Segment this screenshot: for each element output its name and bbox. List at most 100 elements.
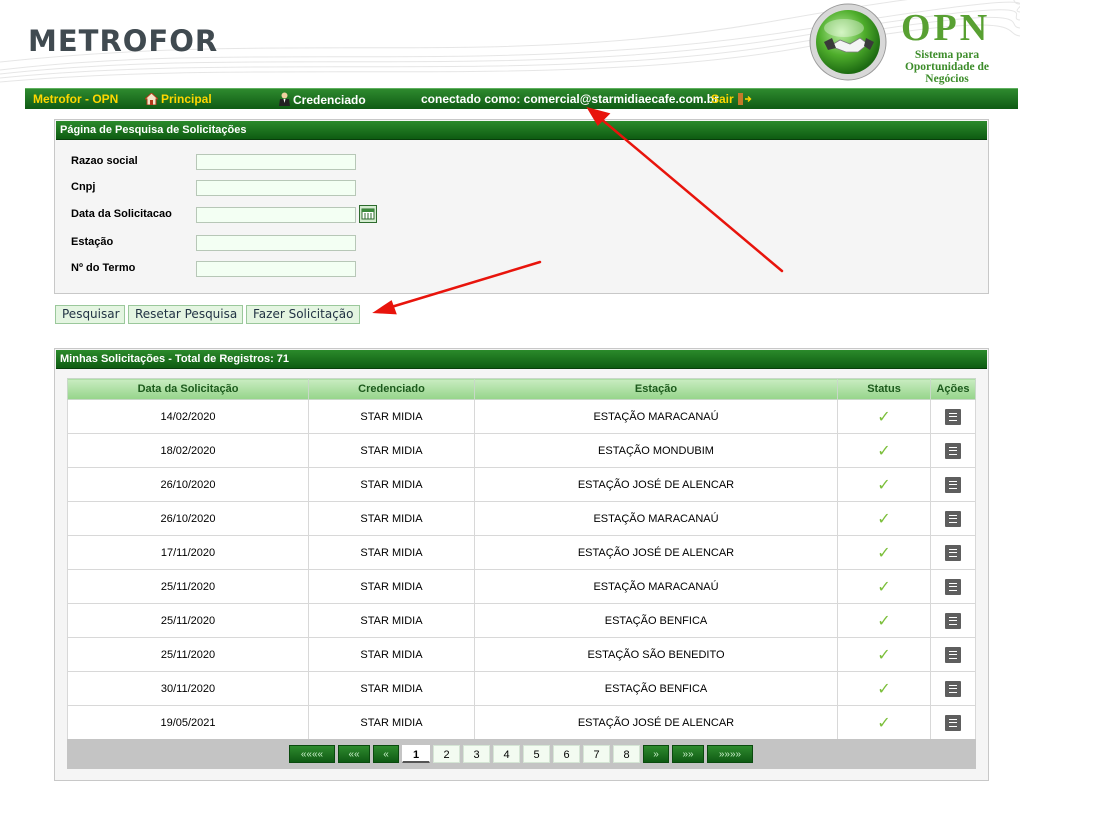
menu-lines-icon [949,688,957,689]
cnpj-input[interactable] [196,180,356,196]
nav-logout-link[interactable]: Sair [711,92,755,106]
cell-accredited: STAR MIDIA [308,433,475,468]
user-icon [279,92,290,106]
view-details-button[interactable] [945,544,961,561]
cell-accredited: STAR MIDIA [308,705,475,740]
cell-accredited: STAR MIDIA [308,535,475,570]
cell-station: ESTAÇÃO JOSÉ DE ALENCAR [474,705,838,740]
pager-page-7[interactable]: 7 [583,745,610,763]
cell-request-date: 14/02/2020 [67,399,309,434]
pager-prev-button[interactable]: « [373,745,399,763]
cell-request-date: 25/11/2020 [67,603,309,638]
menu-lines-icon [949,623,957,625]
cell-request-date: 26/10/2020 [67,501,309,536]
reset-search-button[interactable]: Resetar Pesquisa [128,305,243,324]
cell-station: ESTAÇÃO MARACANAÚ [474,399,838,434]
pager-first-button[interactable]: «««« [289,745,335,763]
pager-page-4[interactable]: 4 [493,745,520,763]
view-details-button[interactable] [945,408,961,425]
view-details-button[interactable] [945,646,961,663]
col-header-request-date[interactable]: Data da Solicitação [67,378,309,400]
pager-last-button[interactable]: »»»» [707,745,753,763]
col-header-status[interactable]: Status [837,378,931,400]
pager-page-1[interactable]: 1 [402,745,430,763]
cell-request-date: 30/11/2020 [67,671,309,706]
status-approved-check-icon: ✓ [877,578,891,596]
menu-lines-icon [949,722,957,723]
cell-status: ✓ [837,399,931,434]
menu-lines-icon [949,691,957,693]
company-name-label: Razao social [71,155,138,167]
pager-page-3[interactable]: 3 [463,745,490,763]
cell-station: ESTAÇÃO SÃO BENEDITO [474,637,838,672]
view-details-button[interactable] [945,714,961,731]
cell-actions [930,433,976,468]
menu-lines-icon [949,521,957,523]
cell-actions [930,501,976,536]
nav-home-link[interactable]: Principal [145,92,212,106]
nav-home-label: Principal [161,92,212,106]
cell-actions [930,671,976,706]
menu-lines-icon [949,548,957,550]
menu-lines-icon [949,412,957,414]
table-row: 26/10/2020 STAR MIDIA ESTAÇÃO JOSÉ DE ALEN… [67,467,976,502]
pager-page-6[interactable]: 6 [553,745,580,763]
view-details-button[interactable] [945,442,961,459]
view-details-button[interactable] [945,476,961,493]
pager-page-8[interactable]: 8 [613,745,640,763]
menu-lines-icon [949,654,957,655]
nav-brand: Metrofor - OPN [33,92,119,106]
status-approved-check-icon: ✓ [877,510,891,528]
cell-status: ✓ [837,501,931,536]
col-header-accredited[interactable]: Credenciado [308,378,475,400]
cell-accredited: STAR MIDIA [308,603,475,638]
connected-user-text: conectado como: comercial@starmidiaecafe… [421,92,719,106]
col-header-actions: Ações [930,378,976,400]
status-approved-check-icon: ✓ [877,408,891,426]
status-approved-check-icon: ✓ [877,544,891,562]
view-details-button[interactable] [945,612,961,629]
make-request-button[interactable]: Fazer Solicitação [246,305,360,324]
term-number-input[interactable] [196,261,356,277]
nav-logout-label: Sair [711,92,734,106]
table-row: 25/11/2020 STAR MIDIA ESTAÇÃO SÃO BENEDITO… [67,637,976,672]
cell-request-date: 17/11/2020 [67,535,309,570]
company-name-input[interactable] [196,154,356,170]
menu-lines-icon [949,586,957,587]
pager-next-fast-button[interactable]: »» [672,745,704,763]
pager-page-5[interactable]: 5 [523,745,550,763]
view-details-button[interactable] [945,510,961,527]
view-details-button[interactable] [945,680,961,697]
request-date-input[interactable] [196,207,356,223]
station-input[interactable] [196,235,356,251]
menu-lines-icon [949,419,957,421]
cell-request-date: 25/11/2020 [67,637,309,672]
opn-logo: OPN Sistema para Oportunidade de Negócio… [808,2,1018,85]
cell-status: ✓ [837,705,931,740]
search-button[interactable]: Pesquisar [55,305,125,324]
menu-lines-icon [949,589,957,591]
cell-actions [930,467,976,502]
calendar-button[interactable] [359,205,377,223]
cell-accredited: STAR MIDIA [308,399,475,434]
table-row: 26/10/2020 STAR MIDIA ESTAÇÃO MARACANAÚ ✓ [67,501,976,536]
nav-accredited-link[interactable]: Credenciado [279,92,366,107]
cell-actions [930,399,976,434]
cell-accredited: STAR MIDIA [308,501,475,536]
pager-prev-fast-button[interactable]: «« [338,745,370,763]
table-row: 14/02/2020 STAR MIDIA ESTAÇÃO MARACANAÚ ✓ [67,399,976,434]
col-header-station[interactable]: Estação [474,378,838,400]
pager-next-button[interactable]: » [643,745,669,763]
menu-lines-icon [949,480,957,482]
table-row: 25/11/2020 STAR MIDIA ESTAÇÃO BENFICA ✓ [67,603,976,638]
nav-accredited-label: Credenciado [293,93,366,107]
pager-page-2[interactable]: 2 [433,745,460,763]
table-row: 25/11/2020 STAR MIDIA ESTAÇÃO MARACANAÚ ✓ [67,569,976,604]
view-details-button[interactable] [945,578,961,595]
table-row: 30/11/2020 STAR MIDIA ESTAÇÃO BENFICA ✓ [67,671,976,706]
pagination-bar: «««« «« « 1 2 3 4 5 6 7 8 » »» »»»» [67,739,976,769]
menu-lines-icon [949,446,957,448]
table-row: 17/11/2020 STAR MIDIA ESTAÇÃO JOSÉ DE ALEN… [67,535,976,570]
menu-lines-icon [949,555,957,557]
exit-door-icon [738,93,752,105]
